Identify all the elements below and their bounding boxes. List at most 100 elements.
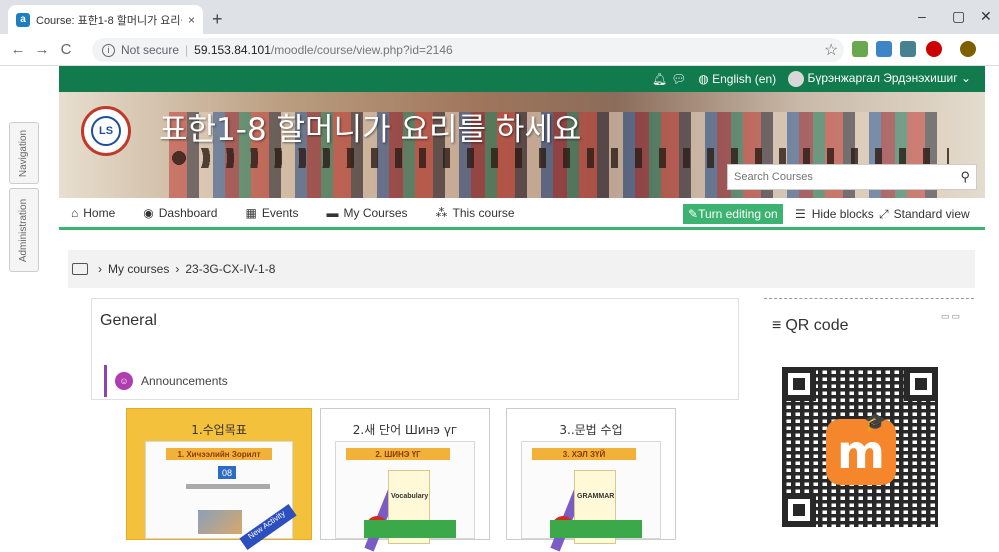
language-menu[interactable]: ◍ English (en) [698,72,776,86]
search-input[interactable] [734,171,961,183]
url-field[interactable]: i Not secure | 59.153.84.101/moodle/cour… [92,38,844,62]
new-activity-ribbon: New Activity [239,504,297,550]
activity-thumbnail: 1. Хичээлийн Зорилт 08 New Activity [145,441,297,550]
extension-1-icon[interactable] [852,41,868,57]
turn-editing-on-button[interactable]: ✎ Turn editing on [683,204,783,224]
course-search: ⚲ [727,164,977,190]
activity-card[interactable]: 3..문법 수업 3. ХЭЛ ЗҮЙ GRAMMAR [506,408,676,552]
edit-icon: ✎ [688,207,699,221]
user-name: Бүрэнжаргал Эрдэнэхишиг [807,71,958,86]
browser-tab[interactable]: a Course: 표한1-8 할머니가 요리를 × [8,5,203,34]
activity-title: 1.수업목표 [191,423,247,437]
nav-events-label: Events [261,205,299,220]
tab-title: Course: 표한1-8 할머니가 요리를 [36,14,182,27]
chevron-down-icon: ⌄ [960,71,971,86]
breadcrumb-separator: › [98,262,102,276]
administration-tab-label: Administration [18,198,30,262]
security-label: Not secure [121,43,180,57]
breadcrumb-course[interactable]: 23-3G-CX-IV-1-8 [185,262,275,276]
browser-address-bar: ← → C i Not secure | 59.153.84.101/moodl… [0,34,999,66]
moodle-top-nav: 🔔︎ 💬︎ ◍ English (en) Бүрэнжаргал Эрдэнэх… [59,66,985,92]
course-header-banner: LS 표한1-8 할머니가 요리를 하세요 ⚲ [59,92,985,198]
forward-button[interactable]: → [30,41,54,58]
reload-button[interactable]: C [54,41,78,58]
nav-home-label: Home [83,205,116,220]
activity-title: 2.새 단어 Шинэ үг [352,423,458,437]
notebook-label: GRAMMAR [577,493,615,500]
activity-card[interactable]: 1.수업목표 1. Хичээлийн Зорилт 08 New Activi… [126,408,312,550]
nav-dashboard[interactable]: ◉ Dashboard [143,206,217,220]
extension-2-icon[interactable] [876,41,892,57]
navigation-drawer-tab[interactable]: Navigation [9,122,39,184]
nav-my-courses[interactable]: ▬ My Courses [327,206,408,220]
close-tab-icon[interactable]: × [188,13,195,27]
forum-icon: ☺ [115,372,133,390]
search-icon[interactable]: ⚲ [960,169,970,185]
extension-3-icon[interactable] [900,41,916,57]
bookmark-star-icon[interactable]: ☆ [824,40,838,60]
qr-finder-pattern [782,367,816,401]
doc-picture [198,510,242,534]
extension-4-icon[interactable] [926,41,942,57]
general-section: General ☺ Announcements [91,298,739,400]
announcements-label: Announcements [141,374,228,388]
block-title-label: QR code [785,317,849,334]
activity-title: 3..문법 수업 [559,423,623,437]
books-illustration [364,520,456,538]
close-window-button[interactable]: ✕ [980,8,992,25]
administration-drawer-tab[interactable]: Administration [9,188,39,272]
doc-header: 1. Хичээлийн Зорилт [166,448,272,460]
moodle-favicon-icon: a [16,12,30,27]
doc-text-line [186,484,270,489]
nav-home[interactable]: ⌂ Home [71,206,115,220]
hide-blocks-label: Hide blocks [811,207,874,221]
school-logo[interactable]: LS [81,106,131,156]
breadcrumb-separator: › [175,262,180,276]
block-title: ≡ QR code [772,317,848,335]
nav-dashboard-label: Dashboard [158,205,218,220]
course-navbar: ⌂ Home ◉ Dashboard ▦ Events ▬ My Courses ⁂ Th… [59,198,985,230]
bell-icon[interactable]: 🔔︎ [652,72,667,86]
qr-finder-pattern [904,367,938,401]
menu-icon: ≡ [772,317,782,334]
nav-my-courses-label: My Courses [343,205,408,220]
back-button[interactable]: ← [6,41,30,58]
edit-button-label: Turn editing on [698,207,778,221]
hide-blocks-button[interactable]: ☰ Hide blocks [795,207,874,221]
nav-events[interactable]: ▦ Events [245,206,298,220]
activity-card[interactable]: 2.새 단어 Шинэ үг 2. ШИНЭ ҮГ Vocabulary [320,408,490,552]
maximize-window-button[interactable]: ▢ [952,8,965,25]
home-icon: ⌂ [71,205,79,220]
doc-header: 2. ШИНЭ ҮГ [346,448,450,460]
section-title: General [100,312,157,329]
graduation-cap-icon: 🎓 [864,412,887,432]
calendar-icon: ▦ [245,205,257,220]
dashboard-icon: ◉ [143,205,154,220]
doc-number: 08 [218,466,236,479]
qr-code-block: ▭▭ ≡ QR code m 🎓 [764,298,974,540]
chat-icon[interactable]: 💬︎ [671,72,686,86]
activity-thumbnail: 3. ХЭЛ ЗҮЙ GRAMMAR [521,441,661,552]
doc-header: 3. ХЭЛ ЗҮЙ [532,448,636,460]
site-info-icon[interactable]: i [102,43,115,57]
url-separator: | [185,43,189,57]
user-menu[interactable]: Бүрэнжаргал Эрдэнэхишиг ⌄ [788,71,971,87]
logo-emblem: LS [91,116,121,146]
minimize-window-button[interactable]: – [918,8,926,24]
courses-icon: ▬ [326,205,339,220]
breadcrumb-my-courses[interactable]: My courses [108,262,169,276]
expand-icon: ⤢ [879,207,889,221]
language-label: English (en) [712,72,777,86]
user-avatar [788,71,805,87]
announcements-link[interactable]: ☺ Announcements [104,365,228,397]
folder-icon [72,263,88,275]
new-tab-button[interactable]: + [212,9,223,30]
activity-thumbnail: 2. ШИНЭ ҮГ Vocabulary [335,441,475,552]
nav-this-course[interactable]: ⁂ This course [436,206,515,220]
block-controls[interactable]: ▭▭ [941,311,962,322]
url-host: 59.153.84.101 [194,43,271,57]
profile-avatar-icon[interactable] [960,41,976,57]
qr-finder-pattern [782,493,816,527]
standard-view-button[interactable]: ⤢ Standard view [879,207,970,222]
nav-this-course-label: This course [452,205,515,220]
